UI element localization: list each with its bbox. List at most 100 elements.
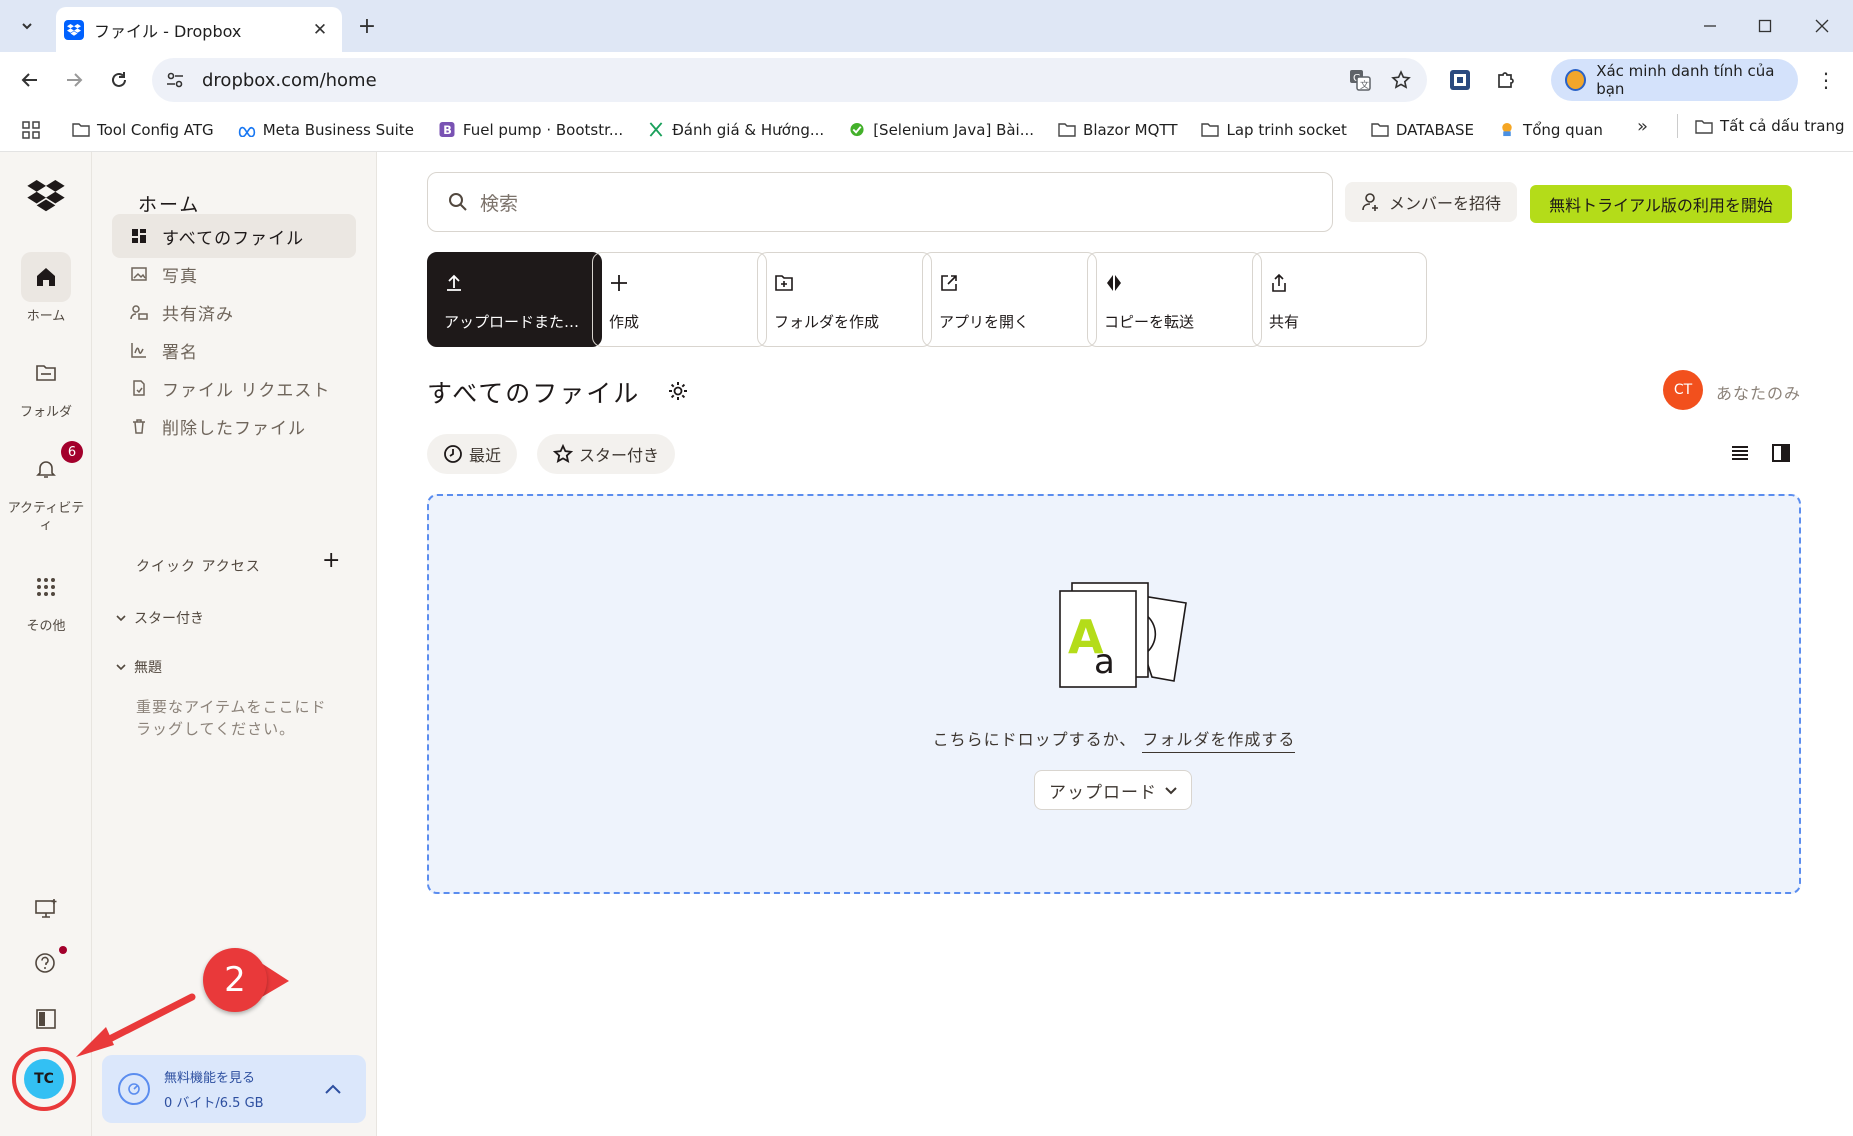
recent-label: 最近 [469,446,502,465]
help-notification-dot [59,946,67,954]
open-app-icon [939,273,1080,293]
tab-close-icon[interactable]: ✕ [308,20,332,40]
bookmark-label: Meta Business Suite [262,120,414,139]
bookmark-label: Fuel pump · Bootstr... [462,120,624,139]
drop-instructions: こちらにドロップするか、 フォルダを作成する [429,726,1799,753]
bookmark-item[interactable]: B Fuel pump · Bootstr... [438,121,623,139]
quick-action-label: 作成 [609,313,640,331]
quick-action-card[interactable]: フォルダを作成 [757,252,932,347]
untitled-section-label: 無題 [134,660,162,676]
sidebar-item-label: ファイル リクエスト [162,380,331,401]
bookmark-item[interactable]: Đánh giá & Hướng... [647,121,824,139]
reload-icon [112,72,126,87]
bookmarks-overflow-icon[interactable]: » [1637,116,1648,137]
back-button[interactable] [12,62,48,98]
rail-home[interactable]: ホーム [0,252,92,325]
recent-filter-chip[interactable]: 最近 [427,434,518,474]
signature-icon [130,341,148,359]
extensions-puzzle-icon[interactable] [1495,69,1517,91]
bookmark-item[interactable]: Lap trinh socket [1201,121,1347,139]
settings-gear-icon[interactable] [667,380,689,402]
quick-action-card[interactable]: 作成 [592,252,767,347]
transfer-icon [1104,273,1245,293]
site-settings-icon[interactable] [166,71,184,89]
folder-icon [21,348,71,398]
chevron-up-icon[interactable] [324,1083,342,1095]
profile-button[interactable]: Xác minh danh tính của bạn [1551,59,1798,101]
quick-action-card[interactable]: コピーを転送 [1087,252,1262,347]
invite-members-button[interactable]: メンバーを招待 [1345,182,1517,222]
minimize-button[interactable] [1683,0,1737,52]
forward-button[interactable] [56,62,92,98]
add-quick-access-button[interactable]: + [322,548,340,573]
untitled-section-toggle[interactable]: 無題 [116,657,162,677]
upload-dropdown-button[interactable]: アップロード [1034,770,1192,810]
help-icon[interactable] [34,952,56,974]
close-icon [1815,19,1829,33]
arrow-right-icon [67,73,83,87]
arrow-left-icon [21,73,37,87]
sidebar-item-label: 共有済み [162,304,234,325]
new-folder-icon [774,273,915,293]
toggle-sidebar-icon[interactable] [35,1008,57,1030]
file-request-icon [130,379,148,397]
translate-icon[interactable]: G文 [1349,69,1371,91]
storage-gauge-icon [118,1073,150,1105]
page-title: すべてのファイル [427,379,641,408]
all-bookmarks-folder[interactable]: Tất cả dấu trang [1695,117,1844,135]
storage-panel[interactable]: 無料機能を見る 0 バイト/6.5 GB [102,1055,366,1123]
plus-icon: + [322,548,341,573]
close-window-button[interactable] [1795,0,1849,52]
bookmark-label: [Selenium Java] Bài... [873,120,1035,139]
details-panel-icon[interactable] [1772,444,1790,462]
quick-action-label: アプリを開く [939,313,1030,331]
rail-folders[interactable]: フォルダ [0,348,92,421]
browser-tab-active[interactable]: ファイル - Dropbox ✕ [56,7,342,52]
search-input[interactable]: 検索 [427,172,1333,232]
owner-avatar: CT [1663,370,1703,410]
tab-search-button[interactable] [10,9,44,43]
browser-menu-icon[interactable]: ⋮ [1816,68,1836,92]
bookmark-item[interactable]: Tool Config ATG [72,121,214,139]
svg-text:文: 文 [1360,79,1369,91]
storage-title: 無料機能を見る [164,1071,256,1086]
starred-filter-chip[interactable]: スター付き [537,434,676,474]
rail-more-label: その他 [26,619,66,634]
new-tab-button[interactable]: + [350,9,384,43]
rail-more[interactable]: その他 [0,562,92,635]
bookmark-item[interactable]: DATABASE [1371,121,1474,139]
list-view-icon[interactable] [1730,444,1750,462]
profile-label: Xác minh danh tính của bạn [1596,62,1775,98]
bookmark-star-icon[interactable] [1391,70,1411,90]
maximize-button[interactable] [1738,0,1792,52]
bookmark-item[interactable]: [Selenium Java] Bài... [848,121,1034,139]
bookmark-item[interactable]: Tổng quan [1498,121,1603,139]
quick-action-card[interactable]: 共有 [1252,252,1427,347]
annotation-arrow-icon [76,993,196,1057]
address-bar[interactable]: dropbox.com/home G文 [152,58,1427,102]
drop-zone[interactable]: A a こちらにドロップするか、 フォルダを作成する アップロード [427,494,1801,894]
reload-button[interactable] [101,62,137,98]
starred-section-label: スター付き [134,611,204,627]
start-trial-button[interactable]: 無料トライアル版の利用を開始 [1530,185,1792,223]
quick-action-card[interactable]: アップロードまたは作成 [427,252,602,347]
bookmark-item[interactable]: Meta Business Suite [238,121,414,139]
apps-grid-icon[interactable] [22,120,40,139]
quick-action-label: フォルダを作成 [774,313,880,331]
starred-section-toggle[interactable]: スター付き [116,608,204,628]
desktop-app-icon[interactable] [34,898,58,920]
svg-text:a: a [1094,642,1115,682]
sidebar-item[interactable]: 削除したファイル [112,404,356,448]
home-icon [21,252,71,302]
bookmark-label: Tool Config ATG [97,120,214,139]
bookmark-item[interactable]: Blazor MQTT [1058,121,1177,139]
rail-activity-label: アクティビティ [7,501,85,533]
bookmark-label: Đánh giá & Hướng... [672,120,825,139]
dropbox-logo-icon[interactable] [27,180,65,212]
folder-icon [1695,119,1713,134]
quick-action-card[interactable]: アプリを開く [922,252,1097,347]
quick-action-label: アップロードまたは作成 [444,313,589,331]
create-folder-link[interactable]: フォルダを作成する [1142,730,1296,753]
account-avatar[interactable]: TC [24,1059,64,1099]
extension-icon[interactable] [1449,69,1471,91]
